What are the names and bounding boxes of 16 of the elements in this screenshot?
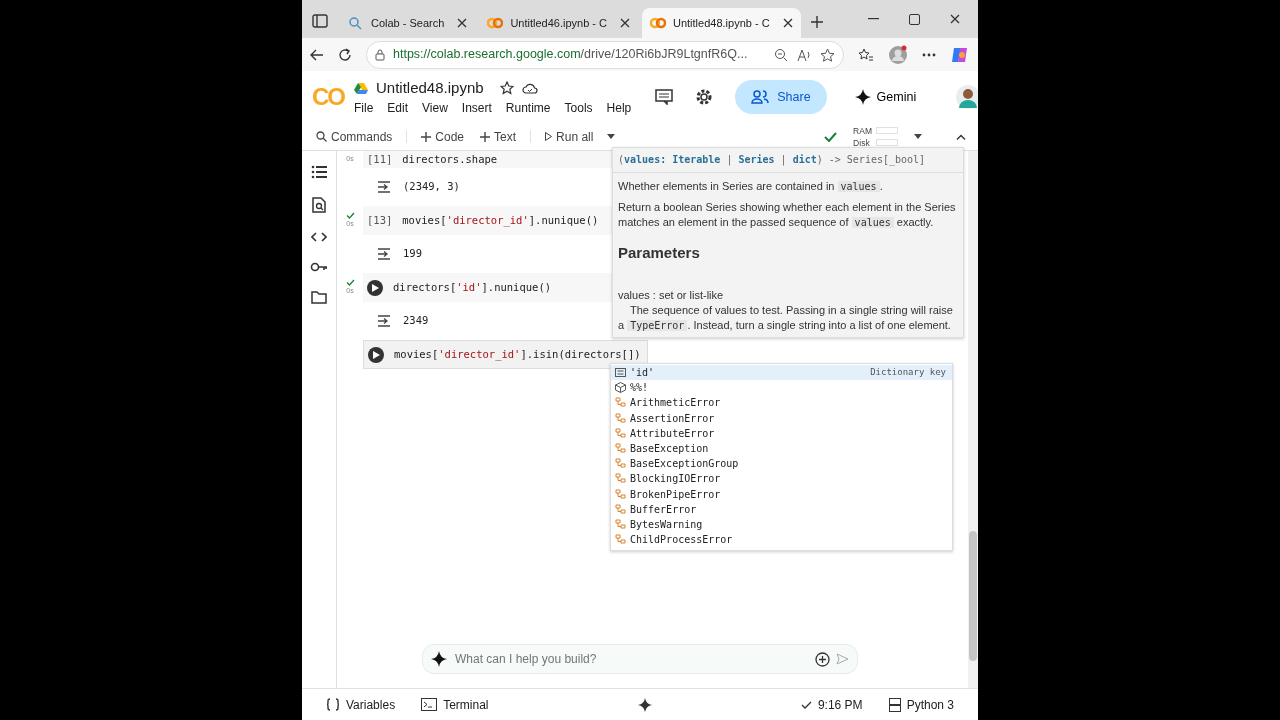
code-line: directors['id'].nunique() <box>393 279 552 295</box>
cell-output: (2349, 3) <box>403 179 460 195</box>
execution-count: [13] <box>367 212 393 228</box>
cell-output: 2349 <box>403 313 429 329</box>
doc-heading: Parameters <box>618 244 701 262</box>
function-signature: (values: Iterable | Series | dict) -> Series[_bool] <box>613 152 963 173</box>
code-line: movies['director_id'].nunique() <box>402 212 599 229</box>
doc-paragraph: Whether elements in Series are contained in values . <box>618 179 884 194</box>
cell-output: 199 <box>403 246 422 262</box>
parameter-description: The sequence of values to test. Passing in a single string will raise a TypeError . Instead, turn a single string into a list of one element. <box>618 303 954 333</box>
code-line: directors.shape <box>402 152 498 168</box>
execution-count: [11] <box>367 152 393 168</box>
doc-paragraph: Return a boolean Series showing whether each element in the Series matches an element in the passed sequence of values exactly. <box>618 200 957 230</box>
url-text: https://colab.research.google.com/drive/120Ri6bJR9LtgnfR6Q... <box>393 46 749 64</box>
parameter-name: values : set or list-like <box>618 288 725 303</box>
code-line: movies['director_id'].isin(directors[]) <box>394 346 641 363</box>
